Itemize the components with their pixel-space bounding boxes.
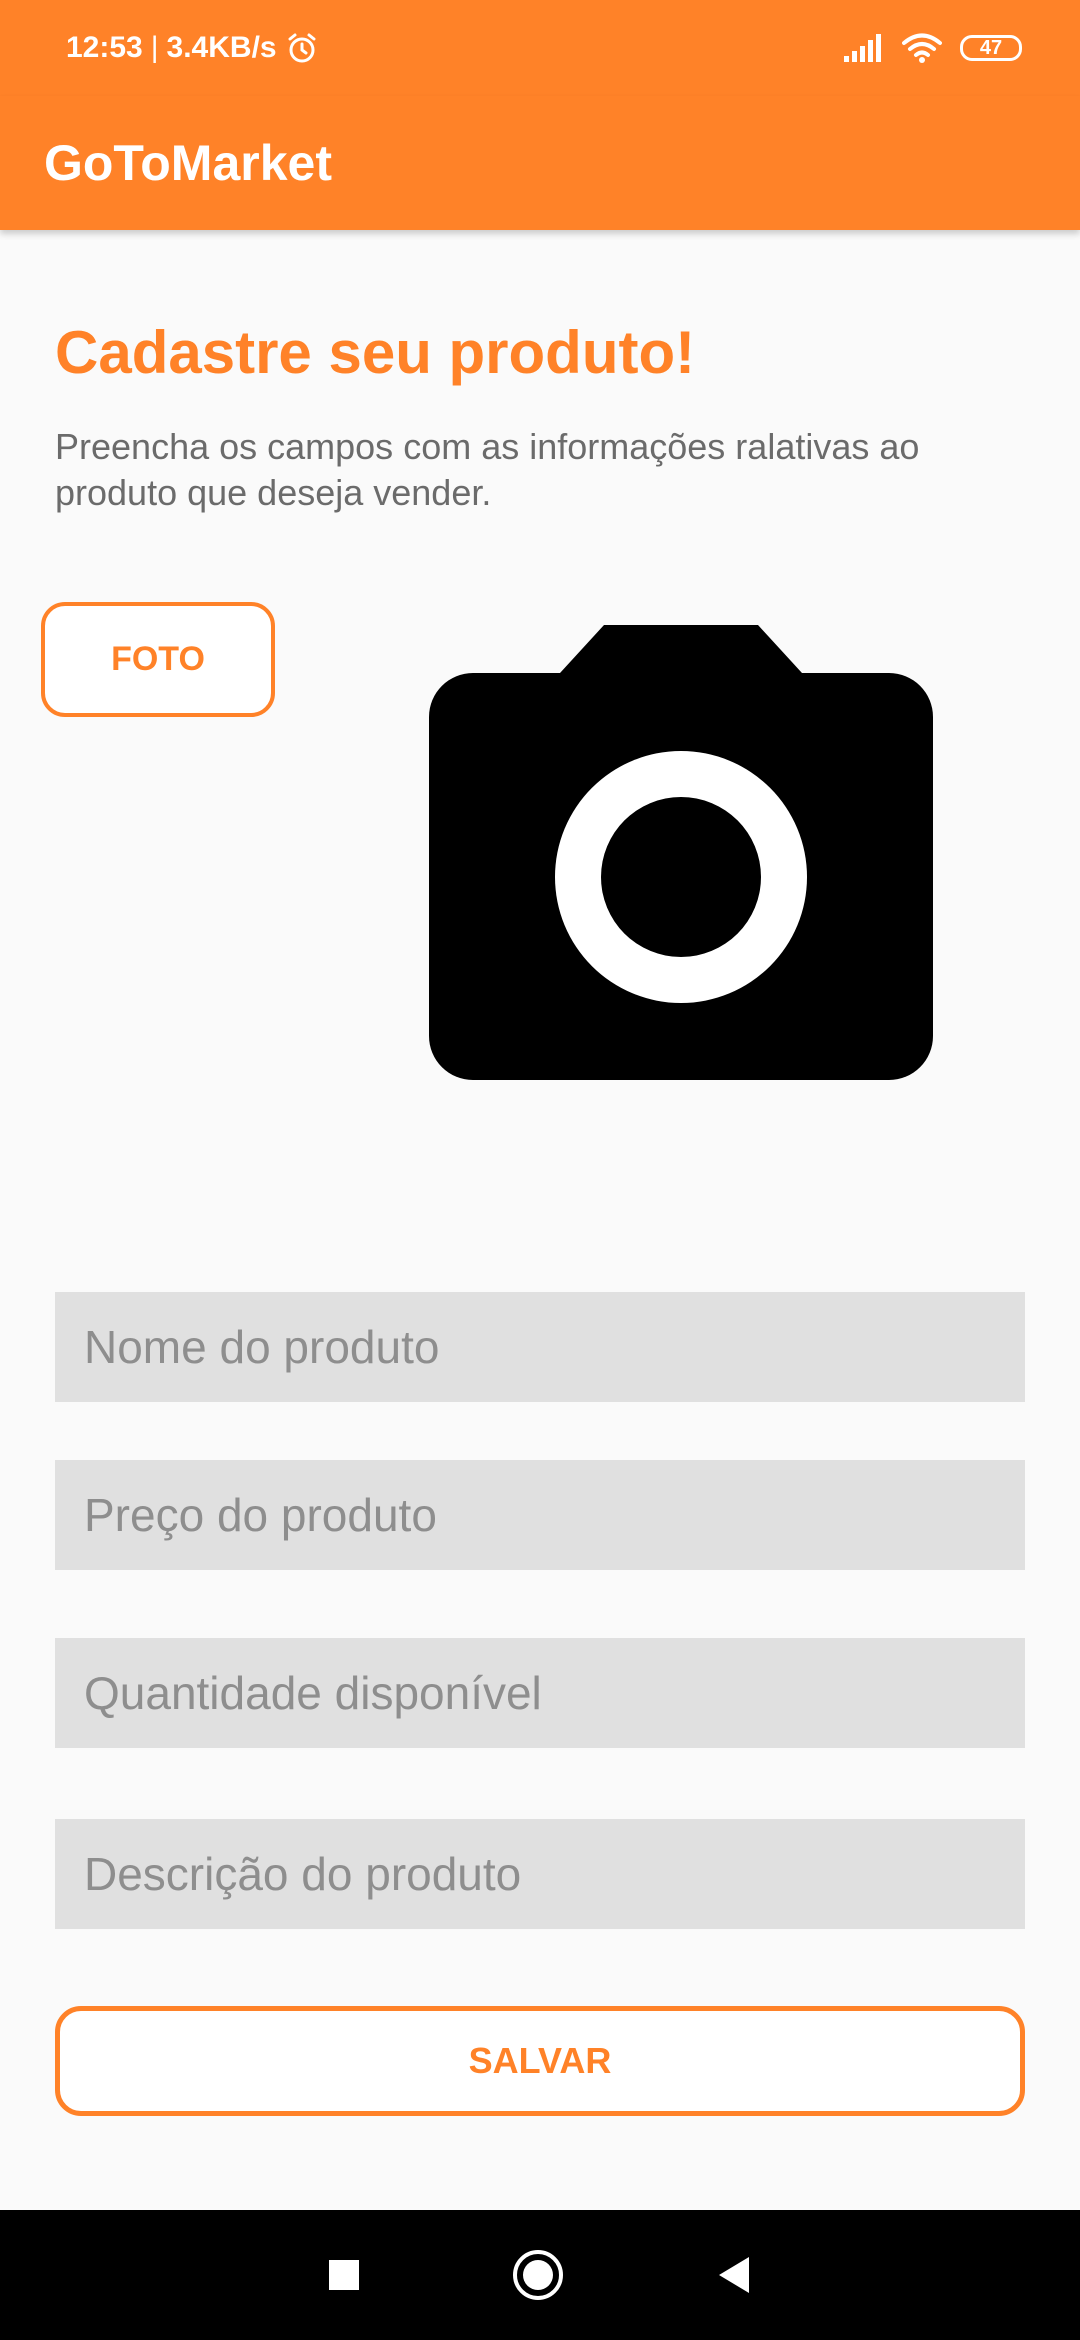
- product-name-placeholder: Nome do produto: [84, 1321, 440, 1373]
- back-icon[interactable]: [715, 2255, 753, 2295]
- photo-button[interactable]: FOTO: [41, 602, 275, 717]
- status-time: 12:53: [66, 31, 143, 64]
- wifi-icon: [902, 32, 942, 64]
- product-description-input[interactable]: Descrição do produto: [55, 1819, 1025, 1929]
- save-button[interactable]: SALVAR: [55, 2006, 1025, 2116]
- alarm-icon: [285, 31, 319, 65]
- status-bar: 12:53 | 3.4KB/s 47: [0, 0, 1080, 96]
- signal-icon: [844, 34, 884, 62]
- product-price-input[interactable]: Preço do produto: [55, 1460, 1025, 1570]
- product-quantity-placeholder: Quantidade disponível: [84, 1667, 542, 1719]
- camera-icon[interactable]: [429, 625, 933, 1080]
- network-speed: 3.4KB/s: [166, 31, 277, 64]
- home-icon[interactable]: [511, 2248, 565, 2302]
- battery-level: 47: [979, 36, 1003, 59]
- app-title: GoToMarket: [44, 135, 332, 191]
- product-description-placeholder: Descrição do produto: [84, 1848, 522, 1900]
- battery-icon: 47: [960, 35, 1022, 61]
- page-subtitle: Preencha os campos com as informações ra…: [55, 426, 920, 513]
- product-name-input[interactable]: Nome do produto: [55, 1292, 1025, 1402]
- status-right: 47: [844, 32, 1022, 64]
- status-separator: |: [150, 31, 159, 64]
- product-price-placeholder: Preço do produto: [84, 1489, 437, 1541]
- app-bar: GoToMarket: [0, 96, 1080, 230]
- navigation-bar: [0, 2210, 1080, 2340]
- page-title: Cadastre seu produto!: [55, 319, 696, 386]
- recents-icon[interactable]: [327, 2258, 361, 2292]
- product-quantity-input[interactable]: Quantidade disponível: [55, 1638, 1025, 1748]
- status-left: 12:53 | 3.4KB/s: [66, 31, 319, 65]
